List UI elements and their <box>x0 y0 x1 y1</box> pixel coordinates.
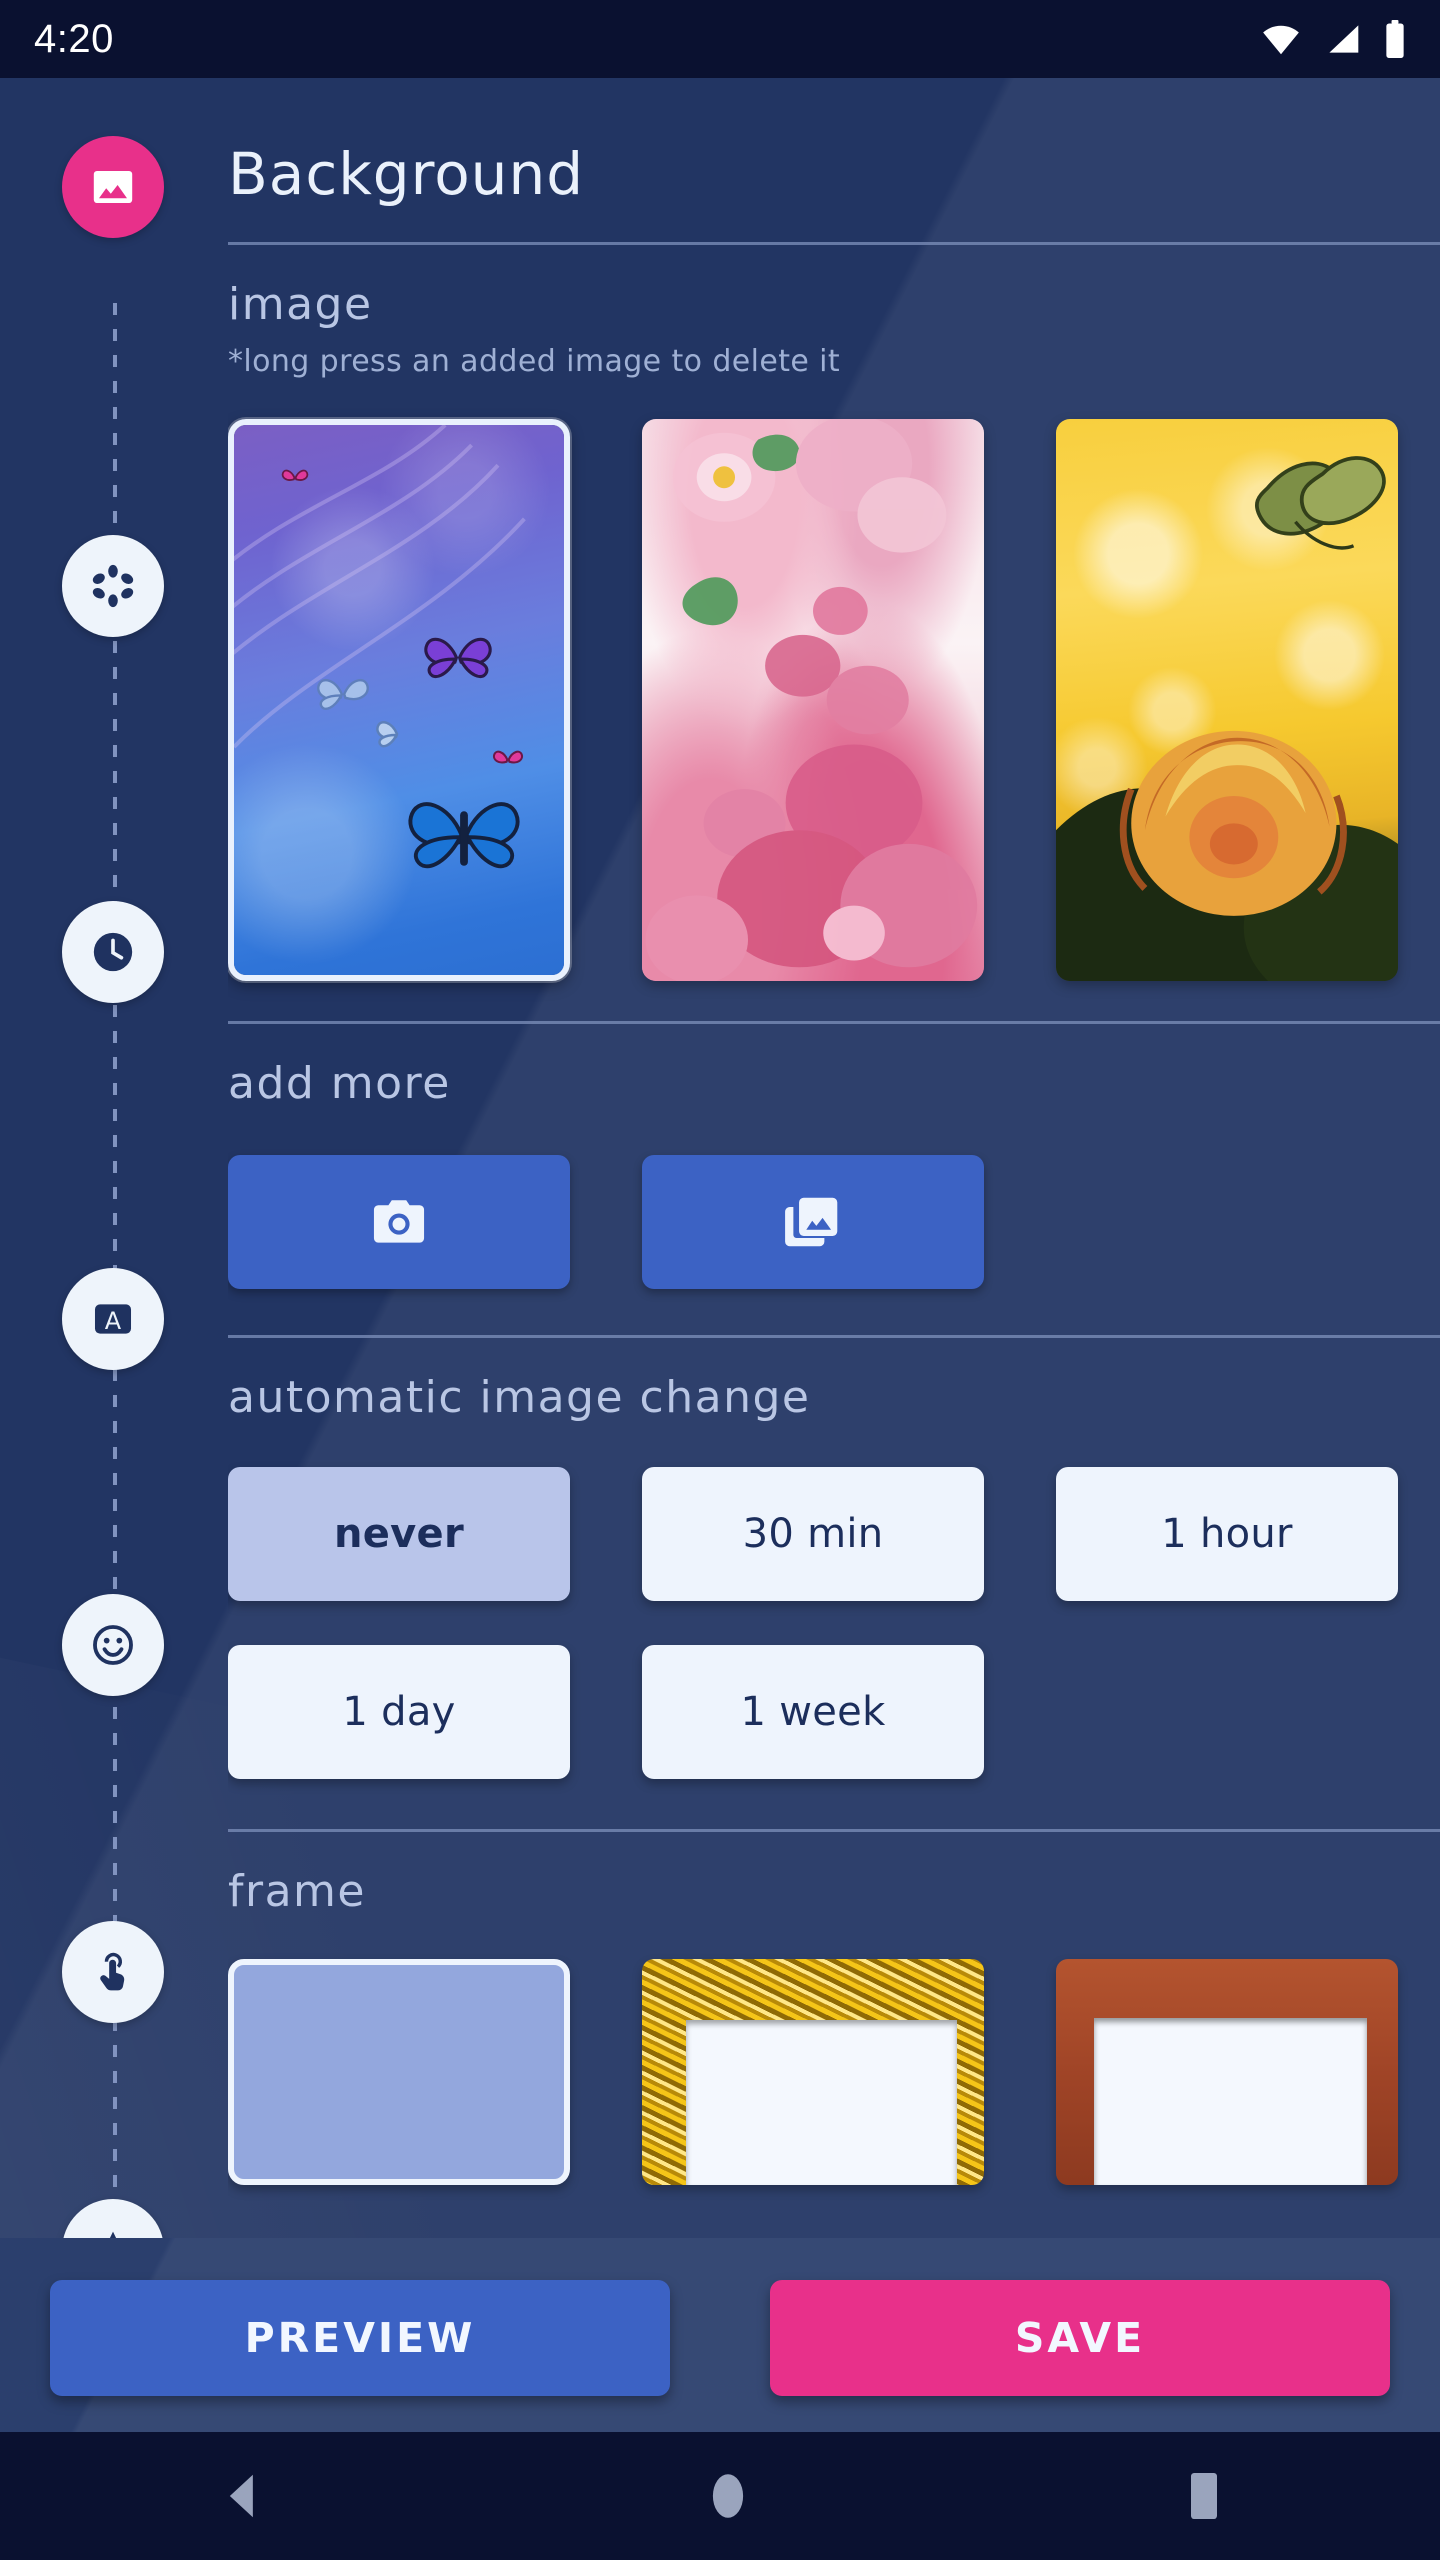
save-button[interactable]: SAVE <box>770 2280 1390 2396</box>
status-bar-clock: 4:20 <box>34 16 114 61</box>
section-title-image: image <box>228 279 373 330</box>
image-thumbnail-row <box>228 419 1440 981</box>
divider <box>228 242 1440 245</box>
frame-option-wood[interactable] <box>1056 1959 1398 2185</box>
smiley-icon <box>90 1622 136 1668</box>
preview-button[interactable]: PREVIEW <box>50 2280 670 2396</box>
interval-option-never[interactable]: never <box>228 1467 570 1601</box>
image-thumbnail-yellow-rose[interactable] <box>1056 419 1398 981</box>
image-thumbnail-butterfly[interactable] <box>228 419 570 981</box>
interval-row-2: 1 day 1 week <box>228 1645 1440 1779</box>
touch-pointer-icon <box>90 1949 136 1995</box>
cellular-signal-icon <box>1324 22 1362 56</box>
system-navigation-bar <box>0 2432 1440 2560</box>
rail-item-clock[interactable] <box>62 901 164 1003</box>
interval-row-1: never 30 min 1 hour <box>228 1467 1440 1601</box>
yellow-rose-wallpaper-art <box>1056 419 1398 981</box>
butterfly-wallpaper-art <box>234 425 564 975</box>
rail-item-font[interactable]: A <box>62 1268 164 1370</box>
settings-page: A Background image *long press an added … <box>0 78 1440 2438</box>
section-title-add-more: add more <box>228 1058 451 1109</box>
rail-item-background-image[interactable] <box>62 136 164 238</box>
action-bar: PREVIEW SAVE <box>0 2238 1440 2438</box>
section-add-more: add more <box>228 1024 1440 1289</box>
recents-square-icon[interactable] <box>1190 2472 1218 2520</box>
rail-item-touch[interactable] <box>62 1921 164 2023</box>
status-bar-icons <box>1260 20 1406 58</box>
frame-option-no-frame[interactable] <box>228 1959 570 2185</box>
home-circle-icon[interactable] <box>711 2471 745 2521</box>
settings-content: Background image *long press an added im… <box>228 78 1440 2438</box>
font-a-icon: A <box>90 1296 136 1342</box>
section-title-automatic-image-change: automatic image change <box>228 1372 811 1423</box>
frame-option-gold-glitter[interactable] <box>642 1959 984 2185</box>
flower-icon <box>90 563 136 609</box>
page-title: Background <box>228 140 585 208</box>
divider <box>228 1335 1440 1338</box>
app-screen: 4:20 A Background image *long press an a… <box>0 0 1440 2560</box>
gallery-icon <box>782 1191 844 1253</box>
camera-icon <box>368 1191 430 1253</box>
gallery-button[interactable] <box>642 1155 984 1289</box>
battery-icon <box>1384 20 1406 58</box>
back-triangle-icon[interactable] <box>222 2473 266 2519</box>
status-bar: 4:20 <box>0 0 1440 78</box>
svg-text:A: A <box>105 1307 122 1335</box>
frame-mat <box>1093 2017 1368 2185</box>
interval-option-30-min[interactable]: 30 min <box>642 1467 984 1601</box>
wifi-icon <box>1260 22 1302 56</box>
frame-option-row <box>228 1959 1440 2185</box>
image-icon <box>89 163 137 211</box>
frame-mat <box>686 2020 957 2185</box>
section-automatic-image-change: automatic image change never 30 min 1 ho… <box>228 1338 1440 1779</box>
section-image: image *long press an added image to dele… <box>228 245 1440 981</box>
section-frame: frame <box>228 1832 1440 2185</box>
add-more-button-row <box>228 1155 1440 1289</box>
pink-flowers-wallpaper-art <box>642 419 984 981</box>
section-rail: A <box>0 78 228 2438</box>
image-thumbnail-pink-flowers[interactable] <box>642 419 984 981</box>
clock-icon <box>90 929 136 975</box>
rail-item-style[interactable] <box>62 535 164 637</box>
camera-button[interactable] <box>228 1155 570 1289</box>
divider <box>228 1021 1440 1024</box>
interval-option-1-week[interactable]: 1 week <box>642 1645 984 1779</box>
section-note-image: *long press an added image to delete it <box>228 344 841 379</box>
rail-item-emoji[interactable] <box>62 1594 164 1696</box>
divider <box>228 1829 1440 1832</box>
interval-option-1-day[interactable]: 1 day <box>228 1645 570 1779</box>
interval-option-1-hour[interactable]: 1 hour <box>1056 1467 1398 1601</box>
section-title-frame: frame <box>228 1866 366 1917</box>
